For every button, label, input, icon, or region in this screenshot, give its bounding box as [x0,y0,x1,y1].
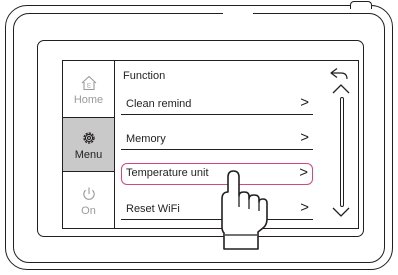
chevron-up-icon[interactable] [331,83,351,95]
sidebar-item-label: Menu [74,148,103,161]
page-title: Function [123,70,166,82]
device-top-button [350,1,372,9]
back-arrow-icon[interactable] [329,67,351,81]
chevron-right-icon: > [299,164,308,181]
divider [121,114,313,115]
chevron-down-icon[interactable] [331,206,351,218]
list-item-label: Clean remind [126,98,192,110]
sidebar-item-menu[interactable]: Menu [63,117,114,172]
sidebar-item-label: On [81,204,96,217]
home-icon: E [81,75,96,90]
pointing-hand-icon [221,170,268,250]
sidebar-item-label: Home [73,93,104,106]
chevron-right-icon: > [300,94,309,111]
svg-text:E: E [87,83,91,89]
list-item-clean-remind[interactable]: Clean remind > [121,93,313,115]
sidebar-item-home[interactable]: E Home [63,62,114,117]
gear-icon [82,131,95,144]
power-icon [82,187,95,200]
divider [121,149,313,150]
list-item-label: Memory [126,133,166,145]
list-item-memory[interactable]: Memory > [121,128,313,150]
chevron-right-icon: > [300,129,309,146]
list-item-label: Reset WiFi [126,203,180,215]
scrollbar[interactable] [340,97,344,207]
sidebar: E Home Menu On [63,61,115,228]
chevron-right-icon: > [300,199,309,216]
list-item-label: Temperature unit [126,167,209,179]
sidebar-item-on[interactable]: On [63,173,114,228]
